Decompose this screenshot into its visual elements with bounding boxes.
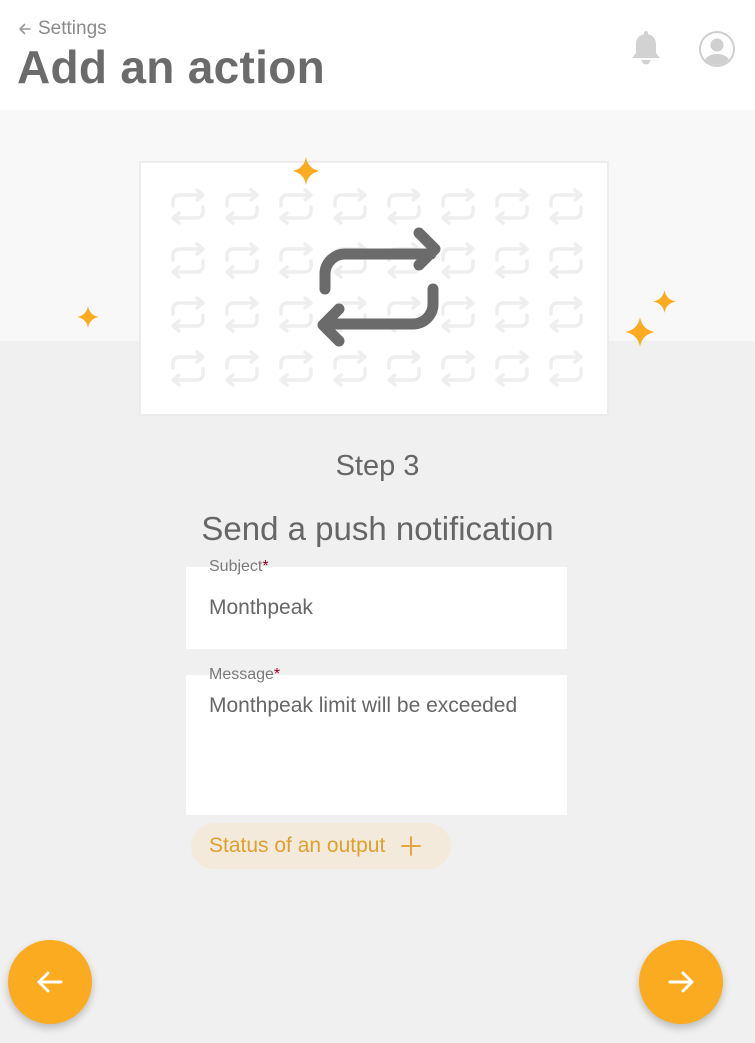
action-title: Send a push notification bbox=[201, 510, 554, 547]
sparkle-icon bbox=[653, 290, 676, 313]
arrow-left-icon bbox=[37, 971, 63, 993]
message-value[interactable]: Monthpeak limit will be exceeded bbox=[209, 694, 517, 718]
plus-icon bbox=[401, 836, 422, 856]
message-field[interactable]: Message* Monthpeak limit will be exceede… bbox=[186, 666, 567, 815]
bell-icon[interactable] bbox=[629, 30, 663, 68]
message-label: Message* bbox=[209, 666, 281, 683]
sparkle-icon bbox=[77, 306, 99, 328]
previous-step-button[interactable] bbox=[8, 940, 92, 1024]
required-marker: * bbox=[262, 558, 269, 575]
subject-label: Subject* bbox=[209, 558, 269, 575]
back-link[interactable]: Settings bbox=[18, 18, 107, 40]
status-of-output-chip[interactable]: Status of an output bbox=[191, 823, 451, 869]
step-label: Step 3 bbox=[335, 450, 420, 482]
arrow-left-icon bbox=[19, 23, 31, 35]
user-avatar-icon[interactable] bbox=[698, 30, 736, 68]
sparkle-icon bbox=[625, 317, 655, 347]
subject-value[interactable]: Monthpeak bbox=[209, 596, 313, 620]
sparkle-icon bbox=[292, 157, 320, 185]
action-illustration bbox=[139, 161, 609, 416]
next-step-button[interactable] bbox=[639, 940, 723, 1024]
back-link-label: Settings bbox=[38, 18, 107, 39]
app-header: Settings Add an action bbox=[0, 0, 755, 110]
page-title: Add an action bbox=[17, 41, 326, 93]
repeat-pattern bbox=[171, 188, 583, 387]
repeat-icon bbox=[317, 227, 441, 347]
required-marker: * bbox=[273, 666, 281, 683]
arrow-right-icon bbox=[668, 971, 694, 993]
subject-field[interactable]: Subject* Monthpeak bbox=[186, 558, 567, 649]
chip-label: Status of an output bbox=[209, 834, 386, 857]
